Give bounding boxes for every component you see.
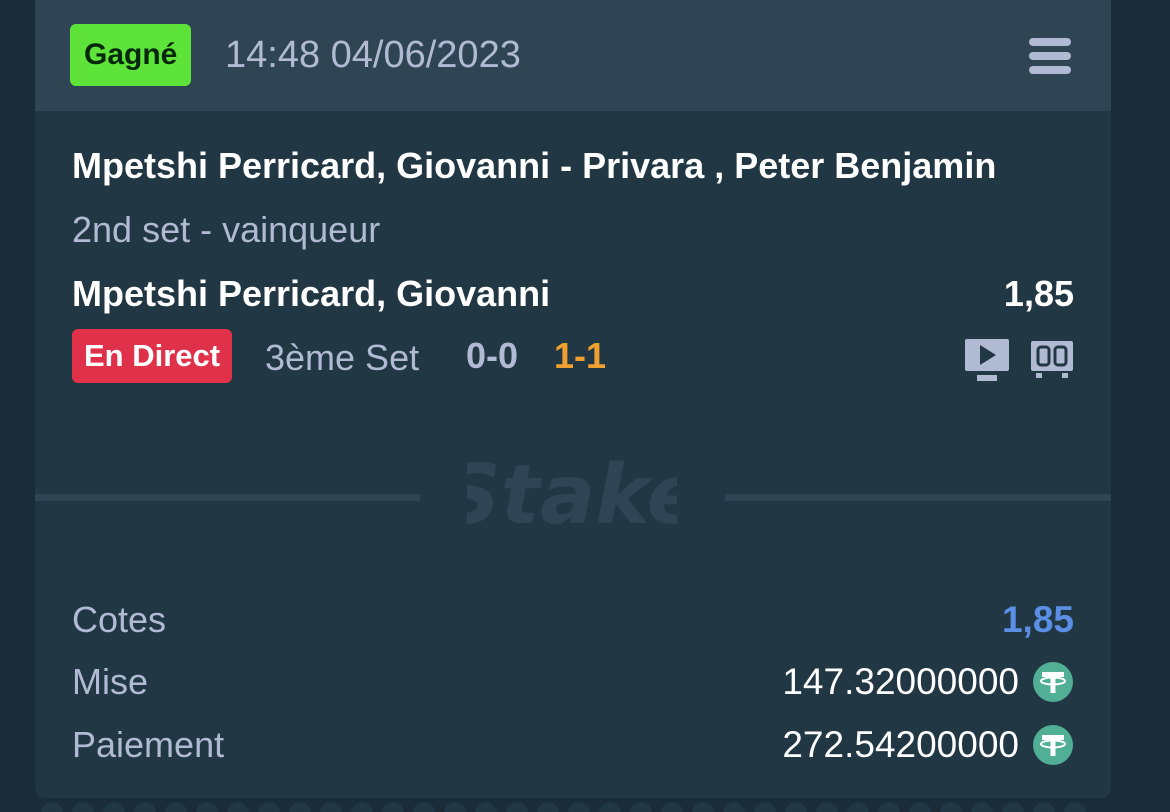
perforation-dot <box>475 802 497 812</box>
svg-text:Stake: Stake <box>467 448 677 543</box>
bet-slip-page: Gagné 14:48 04/06/2023 Mpetshi Perricard… <box>0 0 1170 812</box>
perforation-dot <box>103 802 125 812</box>
perforation-dot <box>816 802 838 812</box>
perforation-dot <box>847 802 869 812</box>
perforation-dot <box>723 802 745 812</box>
perforation-dot <box>971 802 993 812</box>
menu-icon[interactable] <box>1029 38 1075 74</box>
perforation-dot <box>1064 802 1086 812</box>
live-stream-icon[interactable] <box>964 338 1010 382</box>
tether-usdt-icon <box>1032 661 1074 703</box>
scoreboard-icon[interactable] <box>1030 340 1074 378</box>
bet-datetime: 14:48 04/06/2023 <box>225 34 521 76</box>
perforation-dot <box>785 802 807 812</box>
perforation-dot <box>134 802 156 812</box>
payout-value: 272.54200000 <box>782 724 1019 765</box>
perforation-dot <box>909 802 931 812</box>
market-name: 2nd set - vainqueur <box>72 209 381 250</box>
perforation-dot <box>72 802 94 812</box>
perforation-dot <box>351 802 373 812</box>
perforation-dot <box>878 802 900 812</box>
perforation-dot <box>289 802 311 812</box>
perforation-dot <box>1033 802 1055 812</box>
perforation-dot <box>568 802 590 812</box>
perforation-dot <box>506 802 528 812</box>
perforation-dot <box>227 802 249 812</box>
odds-label: Cotes <box>72 599 167 640</box>
perforation-dot <box>692 802 714 812</box>
stake-value: 147.32000000 <box>782 661 1019 702</box>
perforation-dot <box>320 802 342 812</box>
bet-card-header: Gagné 14:48 04/06/2023 <box>35 0 1111 111</box>
stake-label: Mise <box>72 661 149 702</box>
perforation-dot <box>940 802 962 812</box>
perforation-dot <box>196 802 218 812</box>
perforation-dot <box>413 802 435 812</box>
perforation-dot <box>444 802 466 812</box>
match-title: Mpetshi Perricard, Giovanni - Privara , … <box>72 145 997 186</box>
set-score: 0-0 <box>466 335 519 376</box>
perforation-dot <box>661 802 683 812</box>
live-badge: En Direct <box>72 329 233 383</box>
perforation-dot <box>165 802 187 812</box>
perforation-dot <box>630 802 652 812</box>
stake-watermark: Stake <box>442 438 703 558</box>
perforation-dot <box>754 802 776 812</box>
perforation-dot <box>599 802 621 812</box>
odds-value: 1,85 <box>1001 599 1074 640</box>
divider-left <box>35 494 420 501</box>
perforation-dot <box>1002 802 1024 812</box>
payout-label: Paiement <box>72 724 225 765</box>
selection-name: Mpetshi Perricard, Giovanni <box>72 273 551 314</box>
game-score: 1-1 <box>554 335 607 376</box>
tether-usdt-icon <box>1032 724 1074 766</box>
set-label: 3ème Set <box>265 337 420 378</box>
perforation-dot <box>41 802 63 812</box>
bet-card: Gagné 14:48 04/06/2023 Mpetshi Perricard… <box>35 0 1111 798</box>
ticket-perforation <box>35 798 1111 812</box>
perforation-dot <box>382 802 404 812</box>
status-badge: Gagné <box>70 24 192 86</box>
divider-right <box>725 494 1111 501</box>
perforation-dot <box>258 802 280 812</box>
perforation-dot <box>537 802 559 812</box>
selection-odds: 1,85 <box>1003 273 1074 314</box>
